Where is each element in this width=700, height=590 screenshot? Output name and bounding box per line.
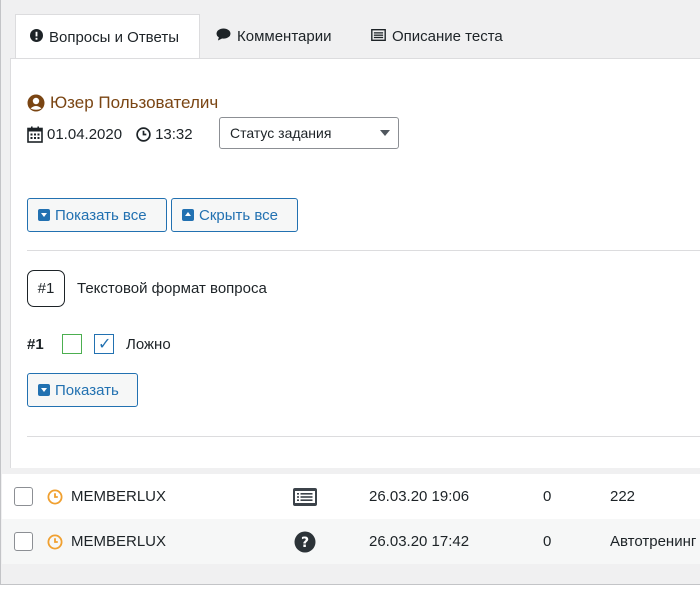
user-name: Юзер Пользователич [50, 93, 219, 112]
svg-text:?: ? [301, 535, 309, 551]
tab-bar: Вопросы и Ответы Комментарии Описание те… [2, 0, 700, 59]
tab-comments[interactable]: Комментарии [202, 14, 345, 59]
correct-checkbox[interactable] [62, 334, 82, 354]
row-checkbox[interactable] [14, 487, 33, 506]
table-row: MEMBERLUX ? 26.03.20 17:42 0 Автотренинг [2, 519, 700, 564]
divider [27, 436, 700, 437]
row-name: MEMBERLUX [71, 488, 167, 505]
task-date: 01.04.2020 [47, 125, 123, 143]
list-icon [371, 28, 386, 45]
show-button[interactable]: Показать [27, 373, 138, 407]
divider [27, 250, 700, 251]
info-icon [30, 28, 43, 46]
expand-icon [38, 209, 50, 221]
row-date: 26.03.20 17:42 [369, 533, 470, 550]
list-icon [293, 487, 317, 506]
answer-row: #1 Ложно [27, 333, 171, 355]
tab-test-description[interactable]: Описание теста [357, 14, 517, 59]
hide-all-label: Скрыть все [199, 206, 279, 224]
clock-icon [47, 489, 63, 504]
hide-all-button[interactable]: Скрыть все [171, 198, 298, 232]
row-count: 0 [543, 533, 552, 550]
page-frame: Вопросы и Ответы Комментарии Описание те… [0, 0, 700, 585]
user-icon [27, 94, 45, 112]
collapse-icon [182, 209, 194, 221]
chevron-down-icon [380, 130, 390, 136]
show-all-label: Показать все [55, 206, 147, 224]
answer-label: Ложно [126, 335, 171, 353]
row-last: 222 [610, 488, 636, 505]
tab-label: Описание теста [392, 28, 503, 45]
row-name: MEMBERLUX [71, 533, 167, 550]
tab-panel: Юзер Пользователич 01.04.2020 13:32 Стат… [10, 58, 700, 468]
show-all-button[interactable]: Показать все [27, 198, 167, 232]
answer-number: #1 [27, 335, 44, 353]
task-time: 13:32 [155, 125, 193, 143]
clock-icon [136, 126, 151, 142]
calendar-icon [27, 126, 43, 143]
question-text: Текстовой формат вопроса [77, 280, 267, 297]
time-block: 13:32 [136, 126, 193, 143]
row-date: 26.03.20 19:06 [369, 488, 470, 505]
user-info: Юзер Пользователич [27, 93, 218, 113]
row-count: 0 [543, 488, 552, 505]
table-row: MEMBERLUX 26.03.20 19:06 0 222 [2, 474, 700, 519]
tab-label: Комментарии [237, 28, 332, 45]
tab-label: Вопросы и Ответы [49, 28, 179, 46]
question-number-badge: #1 [27, 270, 65, 307]
row-last: Автотренинг [610, 533, 697, 550]
comment-icon [216, 28, 231, 45]
status-select-value: Статус задания [230, 125, 332, 141]
user-answer-checkbox[interactable] [94, 334, 114, 354]
tab-questions-answers[interactable]: Вопросы и Ответы [15, 14, 200, 59]
meta-info: 01.04.2020 13:32 [27, 122, 193, 146]
show-label: Показать [55, 381, 119, 399]
status-select[interactable]: Статус задания [219, 117, 399, 149]
row-checkbox[interactable] [14, 532, 33, 551]
question-icon: ? [294, 531, 316, 552]
clock-icon [47, 534, 63, 549]
expand-icon [38, 384, 50, 396]
